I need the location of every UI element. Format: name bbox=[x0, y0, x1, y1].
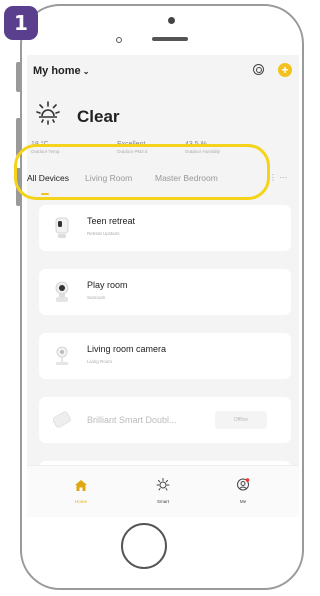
proximity-sensor bbox=[168, 17, 175, 24]
home-button[interactable] bbox=[121, 523, 167, 569]
device-name: Living room camera bbox=[87, 344, 167, 354]
device-card-teen-retreat[interactable]: Teen retreat Retreat Upstairs bbox=[39, 205, 291, 251]
bottom-nav: Home Smart Me bbox=[27, 465, 299, 517]
app-header: My home ⌄ + bbox=[27, 55, 299, 81]
device-location: Sunroom bbox=[87, 295, 106, 300]
camera-icon bbox=[55, 281, 69, 302]
room-menu-icon[interactable]: ⋮ ··· bbox=[269, 173, 287, 182]
front-camera bbox=[116, 37, 122, 43]
weather-condition: Clear bbox=[77, 107, 120, 126]
device-card-living-room-camera[interactable]: Living room camera Living Room bbox=[39, 333, 291, 379]
earpiece-speaker bbox=[152, 37, 188, 41]
nav-me[interactable]: Me bbox=[223, 478, 263, 504]
device-card-brilliant-smart-double[interactable]: Brilliant Smart Doubl... Offline bbox=[39, 397, 291, 443]
voice-assistant-icon[interactable] bbox=[253, 64, 264, 75]
chevron-down-icon: ⌄ bbox=[82, 67, 90, 76]
device-location: Retreat Upstairs bbox=[87, 231, 120, 236]
step-number-badge: 1 bbox=[4, 6, 38, 40]
profile-icon bbox=[237, 478, 250, 491]
highlight-ring bbox=[14, 144, 270, 200]
device-location: Living Room bbox=[87, 359, 113, 364]
nav-label: Home bbox=[74, 499, 87, 504]
home-title: My home bbox=[33, 65, 81, 77]
home-selector[interactable]: My home ⌄ bbox=[33, 65, 89, 77]
nav-smart[interactable]: Smart bbox=[143, 478, 183, 504]
device-name: Play room bbox=[87, 280, 128, 290]
device-card-play-room[interactable]: Play room Sunroom bbox=[39, 269, 291, 315]
nav-home[interactable]: Home bbox=[61, 478, 101, 504]
sun-icon bbox=[36, 101, 60, 125]
offline-badge: Offline bbox=[215, 411, 267, 429]
smart-sun-icon bbox=[156, 478, 170, 491]
add-device-button[interactable]: + bbox=[278, 63, 292, 77]
power-board-icon bbox=[53, 411, 71, 428]
app-screen: My home ⌄ + Clear 18 °C Outdoor Temp. Exc… bbox=[27, 55, 299, 517]
device-name: Teen retreat bbox=[87, 216, 136, 226]
nav-label: Smart bbox=[156, 499, 169, 504]
camera-icon bbox=[55, 217, 69, 238]
device-name: Brilliant Smart Doubl... bbox=[87, 415, 177, 425]
home-icon bbox=[75, 480, 87, 491]
camera-icon bbox=[56, 346, 68, 365]
nav-label: Me bbox=[239, 499, 247, 504]
